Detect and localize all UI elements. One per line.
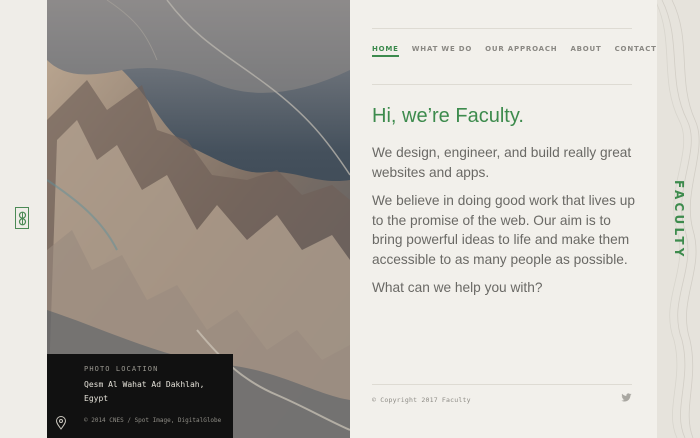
photo-credit: © 2014 CNES / Spot Image, DigitalGlobe xyxy=(84,417,222,424)
hero-paragraph: We design, engineer, and build really gr… xyxy=(372,145,632,180)
nav-item-contact[interactable]: CONTACT xyxy=(615,45,657,57)
footer-divider xyxy=(372,384,632,386)
left-rail xyxy=(0,0,47,438)
nav-item-what-we-do[interactable]: WHAT WE DO xyxy=(412,45,472,57)
twitter-icon[interactable] xyxy=(621,393,632,403)
brand-wordmark[interactable]: FACULTY xyxy=(672,180,686,260)
hero-headline: Hi, we’re Faculty. xyxy=(372,105,524,127)
main-nav: HOME WHAT WE DO OUR APPROACH ABOUT CONTA… xyxy=(372,28,656,85)
copyright-text: © Copyright 2017 Faculty xyxy=(372,396,471,404)
hero-paragraph: We believe in doing good work that lives… xyxy=(372,193,636,267)
nav-item-our-approach[interactable]: OUR APPROACH xyxy=(485,45,557,57)
photo-location-place: Qesm Al Wahat Ad Dakhlah, Egypt xyxy=(84,380,205,403)
logo-mark-icon xyxy=(18,211,26,225)
faculty-logo-icon[interactable] xyxy=(15,207,29,229)
photo-location-label: PHOTO LOCATION xyxy=(84,365,159,373)
location-pin-icon xyxy=(55,416,67,430)
hero-body: We design, engineer, and build really gr… xyxy=(372,143,637,307)
nav-list: HOME WHAT WE DO OUR APPROACH ABOUT CONTA… xyxy=(372,45,657,57)
main-content: HOME WHAT WE DO OUR APPROACH ABOUT CONTA… xyxy=(350,0,657,438)
nav-item-about[interactable]: ABOUT xyxy=(570,45,601,57)
hero-paragraph: What can we help you with? xyxy=(372,280,543,295)
photo-caption: PHOTO LOCATION Qesm Al Wahat Ad Dakhlah,… xyxy=(47,354,233,438)
nav-item-home[interactable]: HOME xyxy=(372,45,399,57)
